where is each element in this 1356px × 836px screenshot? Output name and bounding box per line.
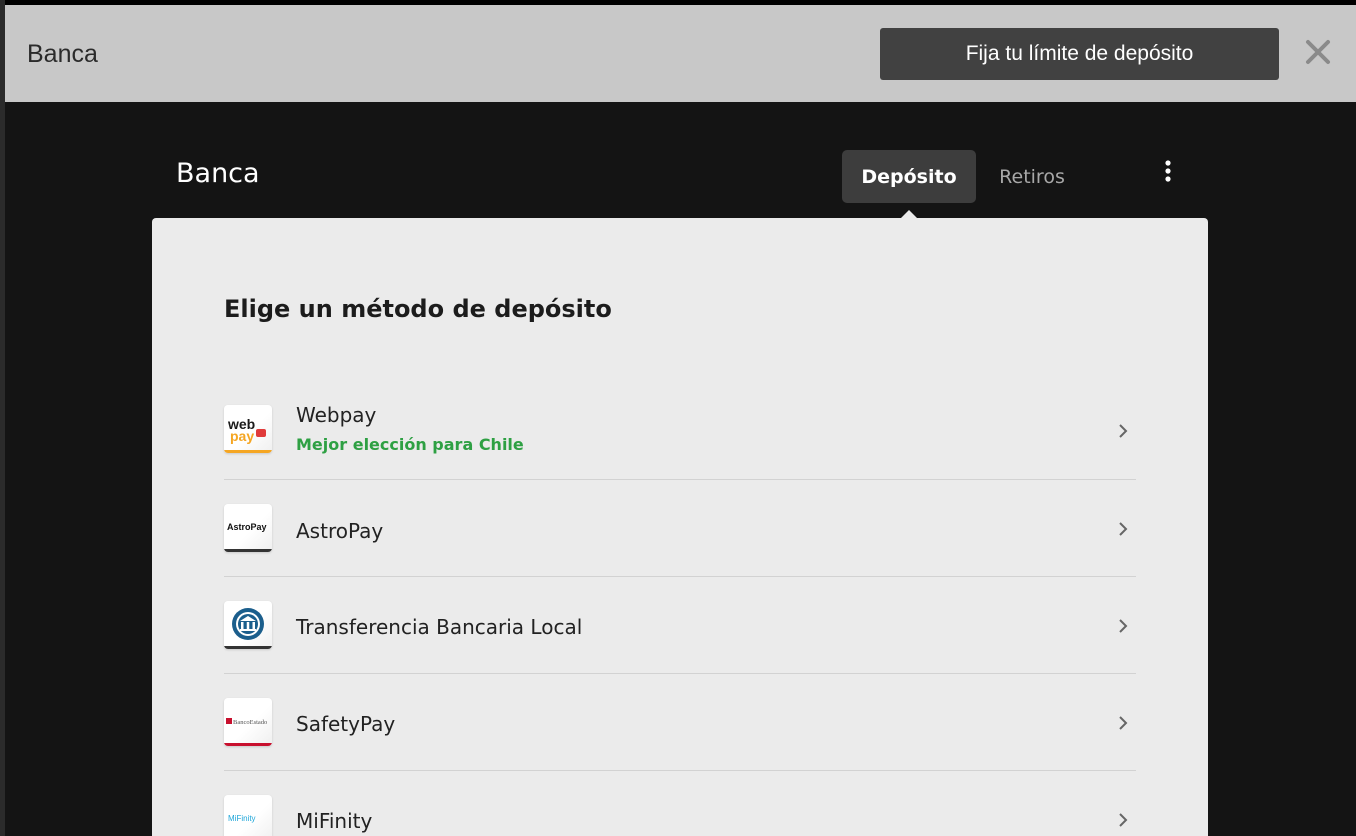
- chevron-right-icon: [1116, 714, 1130, 732]
- deposit-method-webpay[interactable]: web pay Webpay Mejor elección para Chile: [224, 383, 1136, 480]
- deposit-method-safetypay[interactable]: BancoEstado SafetyPay: [224, 674, 1136, 771]
- webpay-accent-bar: [224, 450, 272, 453]
- close-icon[interactable]: [1301, 35, 1335, 69]
- modal-title: Banca: [27, 40, 98, 68]
- card-title: Elige un método de depósito: [224, 295, 612, 323]
- mifinity-logo-text: MiFinity: [228, 814, 256, 823]
- deposit-methods-card: Elige un método de depósito web pay Webp…: [152, 218, 1208, 836]
- deposit-method-list: web pay Webpay Mejor elección para Chile…: [224, 383, 1136, 836]
- astropay-logo: AstroPay: [224, 504, 272, 552]
- chevron-right-icon: [1116, 422, 1130, 440]
- method-name: AstroPay: [296, 519, 384, 543]
- bancoestado-logo: BancoEstado: [224, 698, 272, 746]
- left-edge: [0, 0, 5, 836]
- method-recommendation: Mejor elección para Chile: [296, 435, 524, 454]
- mifinity-logo: MiFinity: [224, 795, 272, 836]
- chevron-right-icon: [1116, 811, 1130, 829]
- bancoestado-logo-text: BancoEstado: [233, 719, 267, 726]
- banking-page: Banca Fija tu límite de depósito Banca D…: [0, 0, 1356, 836]
- astropay-accent-bar: [224, 549, 272, 552]
- webpay-logo: web pay: [224, 405, 272, 453]
- webpay-logo-text-b: pay: [230, 428, 254, 444]
- tab-withdrawals[interactable]: Retiros: [986, 150, 1078, 203]
- modal-header: Banca Fija tu límite de depósito: [5, 5, 1356, 102]
- bank-icon: [224, 601, 272, 649]
- bank-accent-bar: [224, 646, 272, 649]
- set-deposit-limit-button[interactable]: Fija tu límite de depósito: [880, 28, 1279, 80]
- chevron-right-icon: [1116, 520, 1130, 538]
- deposit-method-astropay[interactable]: AstroPay AstroPay: [224, 480, 1136, 577]
- safetypay-accent-bar: [224, 743, 272, 746]
- section-title: Banca: [176, 158, 260, 189]
- chevron-right-icon: [1116, 617, 1130, 635]
- astropay-logo-text: AstroPay: [227, 522, 267, 532]
- method-name: Webpay: [296, 403, 377, 427]
- method-name: MiFinity: [296, 809, 373, 833]
- method-name: Transferencia Bancaria Local: [296, 615, 583, 639]
- deposit-method-mifinity[interactable]: MiFinity MiFinity: [224, 771, 1136, 836]
- method-name: SafetyPay: [296, 712, 396, 736]
- deposit-method-bank-transfer[interactable]: Transferencia Bancaria Local: [224, 577, 1136, 674]
- more-options-icon[interactable]: [1156, 158, 1180, 186]
- tab-deposit[interactable]: Depósito: [842, 150, 976, 203]
